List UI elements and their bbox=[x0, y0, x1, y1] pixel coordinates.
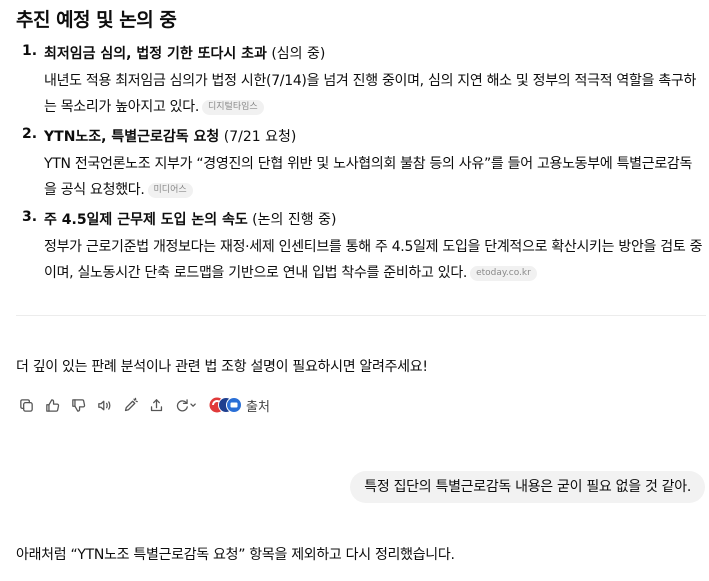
item-title-note: (심의 중) bbox=[266, 46, 326, 62]
item-body-text: 정부가 근로기준법 개정보다는 재정·세제 인센티브를 통해 주 4.5일제 도… bbox=[44, 239, 703, 281]
item-title: 최저임금 심의, 법정 기한 또다시 초과 (심의 중) bbox=[44, 43, 325, 63]
item-number: 1. bbox=[22, 43, 38, 59]
message-toolbar: 출처 bbox=[14, 394, 270, 416]
item-title-bold: YTN노조, 특별근로감독 요청 bbox=[44, 129, 220, 145]
item-number: 2. bbox=[22, 126, 38, 142]
regenerate-button[interactable] bbox=[170, 394, 202, 416]
item-body: 정부가 근로기준법 개정보다는 재정·세제 인센티브를 통해 주 4.5일제 도… bbox=[44, 234, 704, 286]
assistant-reply-text: 아래처럼 “YTN노조 특별근로감독 요청” 항목을 제외하고 다시 정리했습니… bbox=[16, 547, 455, 563]
edit-icon bbox=[124, 397, 138, 411]
item-body-text: YTN 전국언론노조 지부가 “경영진의 단협 위반 및 노사협의회 불참 등의… bbox=[44, 156, 693, 198]
item-title: YTN노조, 특별근로감독 요청 (7/21 요청) bbox=[44, 126, 296, 146]
sources-label: 출처 bbox=[246, 399, 270, 415]
section-heading: 추진 예정 및 논의 중 bbox=[16, 9, 177, 31]
regenerate-icon bbox=[176, 398, 196, 411]
edit-button[interactable] bbox=[118, 394, 142, 416]
sources-button[interactable]: 출처 bbox=[208, 396, 270, 415]
closing-text: 더 깊이 있는 판례 분석이나 관련 법 조항 설명이 필요하시면 알려주세요! bbox=[16, 359, 428, 375]
source-chip[interactable]: 디지털타임스 bbox=[201, 100, 264, 115]
item-body: YTN 전국언론노조 지부가 “경영진의 단협 위반 및 노사협의회 불참 등의… bbox=[44, 151, 704, 203]
item-body-text: 내년도 적용 최저임금 심의가 법정 시한(7/14)을 넘겨 진행 중이며, … bbox=[44, 73, 697, 115]
item-body: 내년도 적용 최저임금 심의가 법정 시한(7/14)을 넘겨 진행 중이며, … bbox=[44, 68, 704, 120]
item-title-bold: 최저임금 심의, 법정 기한 또다시 초과 bbox=[44, 46, 267, 62]
share-icon bbox=[150, 398, 162, 411]
speaker-icon bbox=[97, 400, 110, 410]
thumbs-down-icon bbox=[71, 398, 85, 412]
copy-button[interactable] bbox=[14, 394, 38, 416]
thumbs-up-icon bbox=[45, 398, 59, 412]
item-title-note: (논의 진행 중) bbox=[247, 212, 337, 228]
list-item: 2. YTN노조, 특별근로감독 요청 (7/21 요청) YTN 전국언론노조… bbox=[22, 126, 702, 198]
list-item: 1. 최저임금 심의, 법정 기한 또다시 초과 (심의 중) 내년도 적용 최… bbox=[22, 43, 702, 115]
source-chip[interactable]: etoday.co.kr bbox=[470, 266, 537, 281]
source-logos-icon bbox=[209, 397, 242, 413]
list-item: 3. 주 4.5일제 근무제 도입 논의 속도 (논의 진행 중) 정부가 근로… bbox=[22, 209, 702, 281]
item-title: 주 4.5일제 근무제 도입 논의 속도 (논의 진행 중) bbox=[44, 209, 336, 229]
copy-icon bbox=[19, 398, 33, 412]
read-aloud-button[interactable] bbox=[92, 394, 116, 416]
thumbs-down-button[interactable] bbox=[66, 394, 90, 416]
share-button[interactable] bbox=[144, 394, 168, 416]
item-title-note: (7/21 요청) bbox=[219, 129, 297, 145]
user-message-bubble: 특정 집단의 특별근로감독 내용은 굳이 필요 없을 것 같아. bbox=[350, 471, 705, 503]
divider bbox=[16, 315, 706, 316]
item-number: 3. bbox=[22, 209, 38, 225]
thumbs-up-button[interactable] bbox=[40, 394, 64, 416]
source-chip[interactable]: 미디어스 bbox=[147, 183, 193, 198]
item-title-bold: 주 4.5일제 근무제 도입 논의 속도 bbox=[44, 212, 248, 228]
